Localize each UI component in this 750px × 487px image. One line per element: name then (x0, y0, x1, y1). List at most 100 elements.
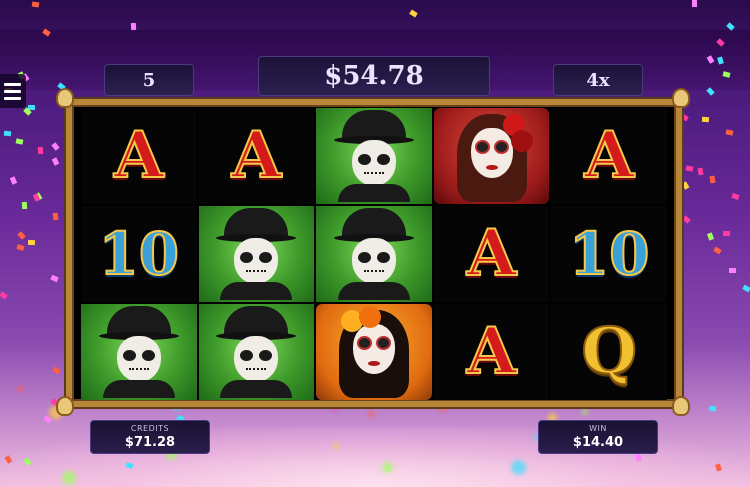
skull-man-icon (333, 110, 414, 202)
skull-lady-icon (447, 110, 537, 202)
bokeh-light (17, 386, 24, 393)
symbol-a: A (583, 118, 635, 193)
bokeh-light (382, 462, 393, 474)
confetti-piece (33, 193, 41, 202)
reel-cell-letter: 10 (81, 206, 197, 302)
reel-cell-letter: 10 (551, 206, 667, 302)
confetti-piece (31, 1, 40, 8)
reel-cell-letter: A (198, 108, 315, 204)
confetti-piece (0, 291, 8, 300)
skull-man-icon (98, 306, 179, 398)
free-spins-counter: 5 (104, 64, 194, 96)
symbol-a: A (231, 118, 283, 193)
reel-cell-skull-lady (433, 108, 550, 204)
confetti-piece (726, 22, 735, 32)
confetti-piece (706, 54, 715, 64)
confetti-piece (722, 230, 730, 236)
confetti-piece (34, 191, 43, 201)
symbol-10: 10 (568, 220, 651, 288)
sugar-skull-icon (672, 88, 690, 108)
credits-panel: CREDITS $71.28 (90, 420, 210, 454)
symbol-a: A (466, 314, 518, 389)
hamburger-line (4, 89, 21, 93)
confetti-piece (51, 157, 60, 166)
skull-man-icon (216, 208, 297, 300)
confetti-piece (9, 175, 18, 185)
confetti-piece (28, 239, 36, 245)
bokeh-light (333, 443, 340, 450)
reel-cell-skull-man (316, 108, 432, 204)
confetti-piece (22, 202, 28, 210)
sugar-skull-icon (56, 396, 74, 416)
confetti-piece (43, 415, 52, 424)
confetti-piece (685, 165, 694, 172)
win-panel: WIN $14.40 (538, 420, 658, 454)
reel-cell-skull-man (198, 304, 315, 400)
confetti-piece (17, 231, 26, 241)
confetti-piece (15, 138, 24, 145)
hamburger-line (4, 96, 21, 100)
sugar-skull-icon (672, 396, 690, 416)
reel-cell-letter: A (433, 206, 550, 302)
confetti-piece (131, 22, 137, 30)
confetti-piece (708, 405, 717, 412)
confetti-piece (635, 453, 642, 462)
reel-cell-letter: A (81, 108, 197, 204)
confetti-piece (681, 181, 690, 190)
bokeh-light (61, 471, 76, 485)
confetti-piece (725, 129, 734, 136)
reel-cell-skull-man (198, 206, 315, 302)
confetti-piece (16, 244, 25, 252)
skull-lady-icon (329, 306, 419, 398)
sugar-skull-icon (56, 88, 74, 108)
confetti-piece (125, 462, 134, 470)
reel-cell-skull-man (81, 304, 197, 400)
confetti-piece (23, 107, 32, 116)
confetti-piece (728, 267, 736, 274)
total-win-display: $54.78 (258, 56, 490, 96)
confetti-piece (702, 116, 710, 122)
reel-grid: A A A 10 A 10 A Q (81, 108, 667, 400)
confetti-piece (716, 38, 725, 47)
bokeh-light (581, 409, 588, 416)
confetti-piece (697, 167, 705, 176)
bokeh-light (367, 410, 375, 418)
symbol-a: A (466, 216, 518, 291)
confetti-piece (49, 275, 59, 283)
confetti-piece (706, 87, 715, 96)
symbol-a: A (113, 118, 165, 193)
confetti-piece (4, 455, 13, 464)
confetti-piece (3, 131, 11, 137)
confetti-piece (691, 0, 697, 8)
reel-cell-letter: Q (551, 304, 667, 400)
confetti-piece (682, 215, 692, 225)
confetti-piece (713, 246, 723, 255)
confetti-piece (716, 56, 724, 65)
symbol-10: 10 (97, 220, 180, 288)
menu-button[interactable] (0, 74, 26, 108)
confetti-piece (28, 104, 36, 111)
credits-value: $71.28 (124, 435, 176, 450)
confetti-piece (706, 232, 715, 241)
win-label: WIN (589, 424, 607, 433)
win-value: $14.40 (572, 435, 624, 450)
reel-cell-letter: A (551, 108, 667, 204)
credits-label: CREDITS (130, 424, 170, 433)
confetti-piece (731, 192, 740, 200)
skull-man-icon (333, 208, 414, 300)
reel-cell-letter: A (433, 304, 550, 400)
skull-man-icon (216, 306, 297, 398)
reel-cell-skull-lady (316, 304, 432, 400)
confetti-piece (51, 366, 61, 375)
confetti-piece (37, 146, 44, 155)
symbol-q: Q (580, 314, 638, 389)
reel-cell-skull-man (316, 206, 432, 302)
confetti-piece (741, 284, 750, 293)
confetti-piece (51, 141, 60, 151)
confetti-piece (42, 28, 51, 37)
confetti-piece (722, 71, 731, 79)
confetti-piece (23, 457, 32, 467)
bokeh-light (511, 459, 527, 475)
confetti-piece (52, 213, 59, 221)
hamburger-menu-icon (4, 82, 21, 86)
